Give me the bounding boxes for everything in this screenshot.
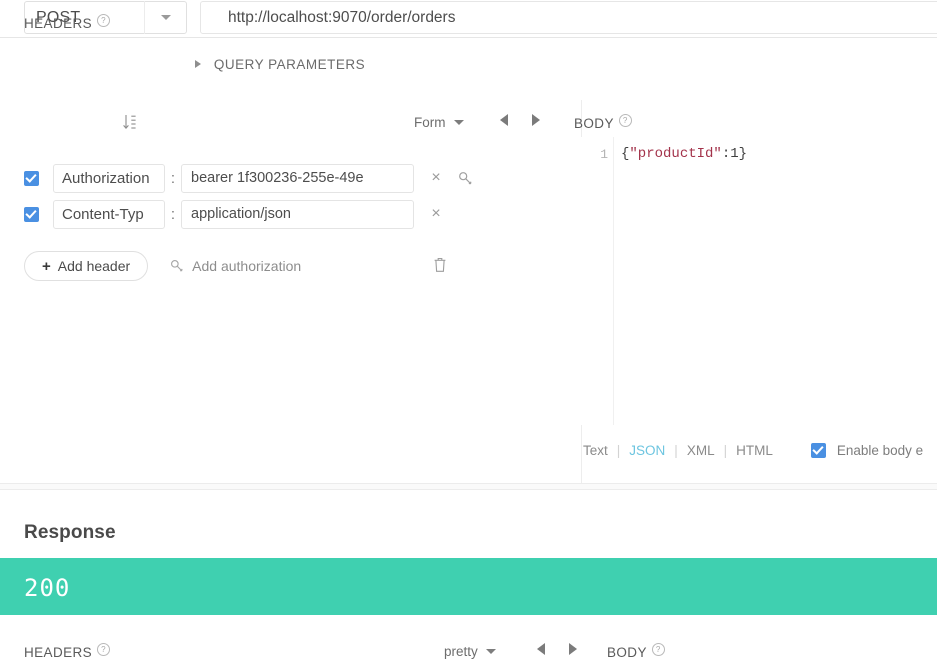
help-icon[interactable]: ? (651, 643, 665, 656)
rest-client-window: POST http://localhost:9070/order/orders … (0, 0, 937, 669)
header-key-input[interactable]: Content-Typ (53, 199, 165, 229)
method-dropdown-toggle[interactable] (145, 1, 186, 34)
header-value-input[interactable]: application/json (181, 199, 414, 229)
plus-icon: + (42, 257, 51, 275)
nav-prev-icon[interactable] (500, 114, 508, 126)
request-body-title: BODY? (574, 114, 632, 131)
sort-alpha-asc-icon[interactable] (122, 113, 138, 131)
request-body-editor[interactable]: 1 {"productId":1} (581, 137, 937, 425)
format-option-text[interactable]: Text (583, 443, 608, 458)
help-icon[interactable]: ? (97, 643, 111, 656)
headers-view-mode-value: Form (414, 115, 446, 130)
chevron-down-icon (160, 15, 171, 20)
enable-body-label: Enable body e (836, 442, 924, 458)
response-headers-label: HEADERS (24, 645, 93, 660)
code-token: } (738, 146, 748, 162)
request-headers-pane (0, 100, 580, 483)
query-parameters-toggle[interactable]: QUERY PARAMETERS (0, 52, 560, 76)
response-title: Response (24, 522, 116, 543)
add-authorization-button[interactable]: Add authorization (170, 258, 301, 274)
request-pane-nav (500, 114, 540, 126)
panel-splitter[interactable] (0, 483, 937, 490)
separator: | (723, 442, 728, 458)
trash-icon[interactable] (433, 257, 447, 273)
response-body-title: BODY? (607, 643, 665, 660)
header-separator: : (170, 169, 176, 187)
remove-header-icon[interactable]: × (428, 206, 444, 222)
request-bar: POST http://localhost:9070/order/orders (0, 0, 937, 38)
help-icon[interactable]: ? (97, 14, 111, 27)
code-token: : (721, 146, 731, 162)
editor-code: {"productId":1} (621, 145, 747, 164)
separator: | (674, 442, 678, 458)
response-view-mode-value: pretty (444, 644, 478, 659)
table-row: Authorization : bearer 1f300236-255e-49e… (0, 160, 580, 196)
status-badge: 200 (24, 574, 71, 602)
format-option-json[interactable]: JSON (629, 443, 665, 458)
table-row: Content-Typ : application/json × (0, 196, 580, 232)
enable-body-checkbox[interactable] (810, 442, 826, 458)
enable-body-toggle[interactable]: Enable body e (810, 442, 924, 458)
code-token: "productId" (629, 146, 722, 162)
help-icon[interactable]: ? (618, 114, 632, 127)
key-icon[interactable] (458, 171, 474, 186)
chevron-right-icon (194, 60, 201, 68)
add-header-button[interactable]: + Add header (24, 251, 149, 281)
query-parameters-label: QUERY PARAMETERS (213, 56, 366, 72)
response-toolbar: HEADERS? pretty BODY? (0, 615, 937, 669)
url-value: http://localhost:9070/order/orders (228, 8, 456, 26)
response-status-bar: 200 (0, 558, 937, 615)
header-enabled-checkbox[interactable] (24, 170, 39, 186)
key-icon (170, 259, 184, 273)
nav-next-icon[interactable] (569, 643, 577, 655)
header-enabled-checkbox[interactable] (24, 206, 39, 222)
editor-gutter: 1 (581, 137, 614, 425)
separator: | (616, 442, 621, 458)
response-body-label: BODY (607, 645, 647, 660)
header-actions-row: + Add header Add authorization (0, 250, 604, 282)
request-body-label: BODY (574, 116, 614, 131)
remove-header-icon[interactable]: × (428, 170, 444, 186)
header-key-input[interactable]: Authorization (53, 163, 165, 193)
url-input[interactable]: http://localhost:9070/order/orders (200, 1, 937, 34)
body-format-bar: Text | JSON | XML | HTML Enable body e (581, 435, 937, 465)
add-authorization-label: Add authorization (192, 258, 302, 274)
format-option-html[interactable]: HTML (736, 443, 773, 458)
nav-next-icon[interactable] (532, 114, 540, 126)
add-header-label: Add header (57, 258, 131, 274)
headers-view-mode-select[interactable]: Form (414, 115, 464, 130)
format-option-xml[interactable]: XML (687, 443, 715, 458)
response-view-mode-select[interactable]: pretty (444, 644, 496, 659)
chevron-down-icon (485, 649, 496, 654)
code-token: 1 (730, 146, 739, 162)
request-headers-label: HEADERS (24, 16, 93, 31)
header-separator: : (170, 205, 176, 223)
line-number: 1 (600, 147, 608, 162)
response-headers-title: HEADERS? (24, 643, 111, 660)
chevron-down-icon (453, 120, 464, 125)
request-headers-title: HEADERS? (24, 14, 111, 31)
nav-prev-icon[interactable] (537, 643, 545, 655)
header-rows: Authorization : bearer 1f300236-255e-49e… (0, 160, 580, 232)
response-pane-nav (537, 643, 577, 655)
header-value-input[interactable]: bearer 1f300236-255e-49e (181, 163, 414, 193)
